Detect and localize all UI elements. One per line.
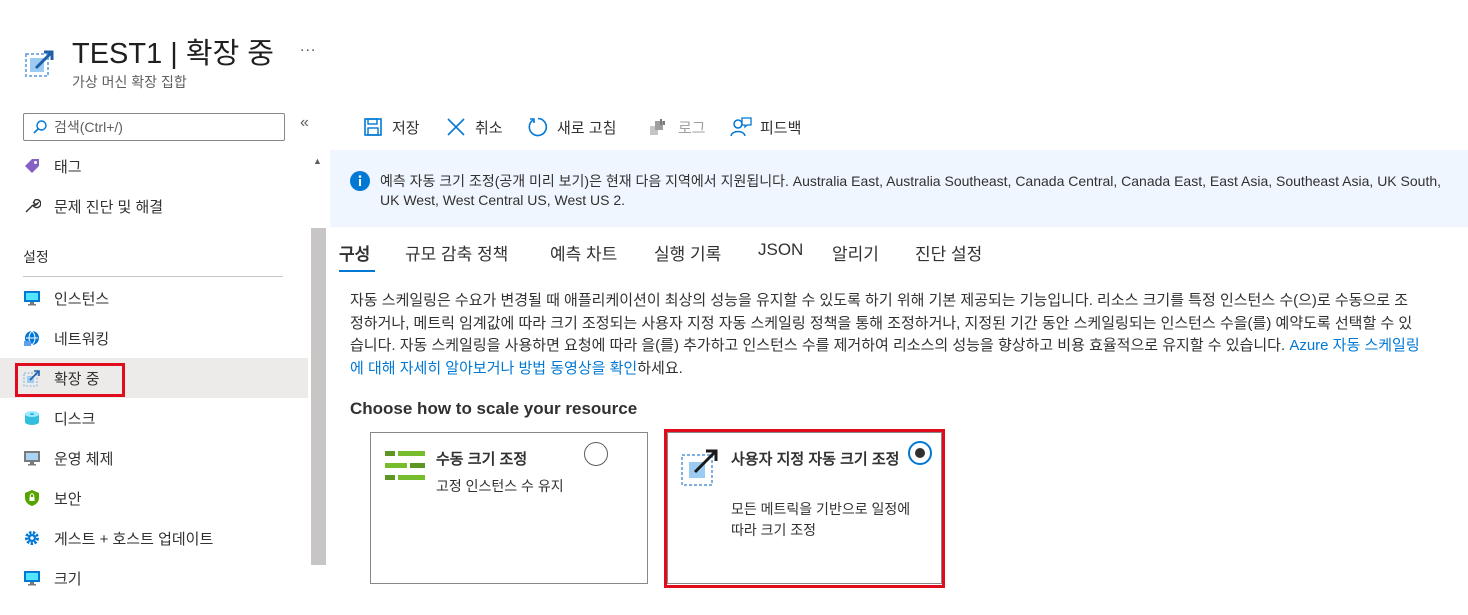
option-title: 사용자 지정 자동 크기 조정 bbox=[731, 451, 900, 468]
highlight-box bbox=[15, 363, 125, 397]
tab-diagnostic-settings[interactable]: 진단 설정 bbox=[915, 240, 982, 265]
logs-icon bbox=[648, 116, 670, 138]
sidebar-item-label: 네트워킹 bbox=[54, 330, 110, 348]
tab-predictive-chart[interactable]: 예측 차트 bbox=[550, 240, 617, 265]
sidebar-item-os[interactable]: 운영 체제 bbox=[0, 438, 308, 478]
tab-notify[interactable]: 알리기 bbox=[832, 240, 879, 265]
option-title: 수동 크기 조정 bbox=[436, 451, 528, 468]
sidebar-item-disks[interactable]: 디스크 bbox=[0, 398, 308, 438]
more-icon[interactable]: ... bbox=[300, 38, 316, 56]
tab-run-history[interactable]: 실행 기록 bbox=[654, 240, 721, 265]
logs-button[interactable]: 로그 bbox=[648, 114, 706, 140]
autoscale-description: 자동 스케일링은 수요가 변경될 때 애플리케이션이 최상의 성능을 유지할 수… bbox=[350, 290, 1420, 380]
sidebar-item-diagnose[interactable]: 문제 진단 및 해결 bbox=[0, 186, 308, 226]
sidebar-item-label: 크기 bbox=[54, 570, 82, 588]
disk-icon bbox=[22, 408, 42, 428]
scroll-up-icon[interactable]: ▲ bbox=[313, 156, 322, 166]
page-subtitle: 가상 머신 확장 집합 bbox=[72, 74, 187, 90]
refresh-button[interactable]: 새로 고침 bbox=[527, 114, 616, 140]
sidebar-item-networking[interactable]: 네트워킹 bbox=[0, 318, 308, 358]
os-icon bbox=[22, 448, 42, 468]
sidebar-item-tags[interactable]: 태그 bbox=[0, 146, 308, 186]
page-title: TEST1 | 확장 중 bbox=[72, 38, 274, 70]
sidebar-item-label: 인스턴스 bbox=[54, 290, 110, 308]
save-icon bbox=[362, 116, 384, 138]
active-tab-indicator bbox=[339, 270, 375, 272]
collapse-sidebar-icon[interactable]: « bbox=[300, 114, 309, 132]
shield-icon bbox=[22, 488, 42, 508]
info-icon bbox=[350, 171, 370, 191]
cancel-label: 취소 bbox=[475, 119, 503, 137]
size-icon bbox=[22, 568, 42, 588]
manual-scale-icon bbox=[385, 451, 425, 486]
sidebar-item-label: 태그 bbox=[54, 158, 82, 176]
search-icon bbox=[32, 119, 48, 135]
description-text: 자동 스케일링은 수요가 변경될 때 애플리케이션이 최상의 성능을 유지할 수… bbox=[350, 292, 1413, 354]
option-subtitle: 고정 인스턴스 수 유지 bbox=[436, 478, 564, 494]
save-label: 저장 bbox=[392, 119, 420, 137]
sidebar-item-size[interactable]: 크기 bbox=[0, 558, 308, 598]
tab-scale-in-policy[interactable]: 규모 감축 정책 bbox=[405, 240, 508, 265]
tag-icon bbox=[22, 156, 42, 176]
scrollbar-thumb[interactable] bbox=[311, 228, 326, 565]
cancel-button[interactable]: 취소 bbox=[445, 114, 503, 140]
gear-icon bbox=[22, 528, 42, 548]
save-button[interactable]: 저장 bbox=[362, 114, 420, 140]
option-custom-autoscale[interactable]: 사용자 지정 자동 크기 조정 모든 메트릭을 기반으로 일정에 따라 크기 조… bbox=[667, 432, 942, 584]
close-icon bbox=[445, 116, 467, 138]
feedback-label: 피드백 bbox=[760, 119, 802, 137]
sidebar-item-label: 디스크 bbox=[54, 410, 96, 428]
refresh-label: 새로 고침 bbox=[557, 119, 617, 137]
sidebar-item-label: 게스트 + 호스트 업데이트 bbox=[54, 530, 214, 548]
section-settings: 설정 bbox=[23, 249, 49, 265]
tab-configure[interactable]: 구성 bbox=[339, 240, 370, 265]
choose-heading: Choose how to scale your resource bbox=[350, 399, 638, 418]
option-subtitle: 모든 메트릭을 기반으로 일정에 따라 크기 조정 bbox=[731, 501, 911, 538]
logs-label: 로그 bbox=[678, 119, 706, 137]
search-input[interactable]: 검색(Ctrl+/) bbox=[23, 113, 285, 141]
network-icon bbox=[22, 328, 42, 348]
custom-autoscale-radio[interactable] bbox=[908, 441, 932, 465]
description-suffix: 하세요. bbox=[637, 359, 683, 377]
option-manual-scale[interactable]: 수동 크기 조정 고정 인스턴스 수 유지 bbox=[370, 432, 648, 584]
search-placeholder: 검색(Ctrl+/) bbox=[54, 119, 123, 135]
divider bbox=[23, 276, 283, 277]
sidebar-item-label: 문제 진단 및 해결 bbox=[54, 198, 164, 216]
sidebar-item-updates[interactable]: 게스트 + 호스트 업데이트 bbox=[0, 518, 308, 558]
sidebar-item-instances[interactable]: 인스턴스 bbox=[0, 278, 308, 318]
scale-set-icon bbox=[24, 46, 58, 80]
feedback-button[interactable]: 피드백 bbox=[730, 114, 801, 140]
info-banner-text: 예측 자동 크기 조정(공개 미리 보기)은 현재 다음 지역에서 지원됩니다.… bbox=[380, 173, 1442, 208]
monitor-icon bbox=[22, 288, 42, 308]
custom-autoscale-icon bbox=[680, 447, 720, 492]
sidebar-item-security[interactable]: 보안 bbox=[0, 478, 308, 518]
wrench-icon bbox=[22, 196, 42, 216]
feedback-icon bbox=[730, 116, 752, 138]
tab-json[interactable]: JSON bbox=[758, 240, 803, 260]
refresh-icon bbox=[527, 116, 549, 138]
manual-scale-radio[interactable] bbox=[584, 442, 608, 466]
sidebar-item-label: 보안 bbox=[54, 490, 82, 508]
sidebar-item-label: 운영 체제 bbox=[54, 450, 114, 468]
